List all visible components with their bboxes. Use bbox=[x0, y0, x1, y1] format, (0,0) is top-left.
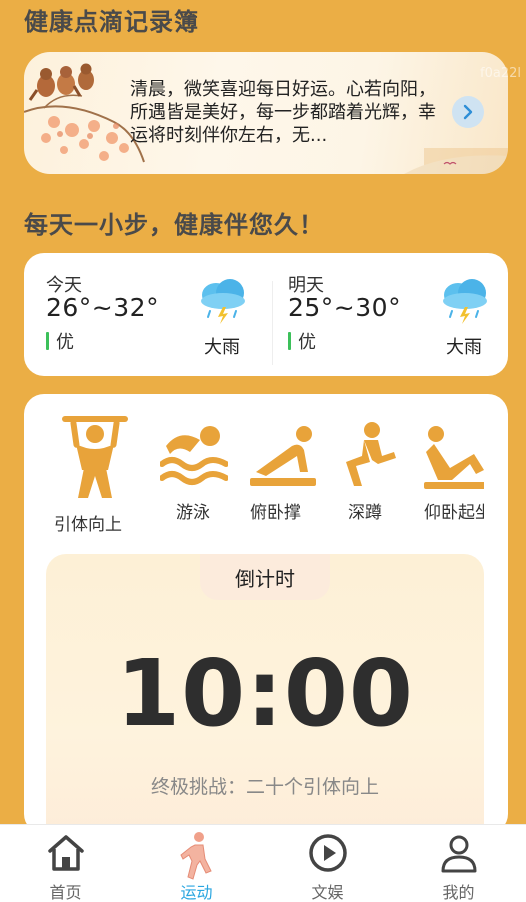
tab-mine[interactable]: 我的 bbox=[393, 825, 524, 902]
aqi-indicator bbox=[288, 332, 291, 350]
countdown-time[interactable]: 10:00 bbox=[46, 640, 484, 747]
weather-temp: 25°~30° bbox=[288, 293, 402, 322]
air-quality: 优 bbox=[46, 328, 74, 354]
tab-label: 运动 bbox=[180, 883, 213, 902]
overflow-id-text: f0a22l bbox=[480, 66, 521, 81]
exercise-label: 俯卧撑 bbox=[250, 503, 301, 523]
tab-label: 我的 bbox=[442, 883, 475, 902]
weather-today: 今天 26°~32° 优 大雨 bbox=[24, 253, 266, 376]
exercise-label: 游泳 bbox=[176, 503, 210, 523]
weather-condition: 大雨 bbox=[446, 337, 482, 358]
weather-card: 今天 26°~32° 优 大雨 明天 25°~30° 优 大雨 bbox=[24, 253, 508, 376]
greeting-banner[interactable]: 清晨，微笑喜迎每日好运。心若向阳，所遇皆是美好，每一步都踏着光辉，幸运将时刻伴你… bbox=[24, 52, 508, 174]
exercise-label: 引体向上 bbox=[54, 515, 122, 535]
sport-card: 引体向上 游泳 俯卧撑 深蹲 仰卧起坐 倒计时 10:00 终极挑战：二十个引体… bbox=[24, 394, 508, 834]
tab-sport[interactable]: 运动 bbox=[131, 825, 262, 902]
weather-tomorrow: 明天 25°~30° 优 大雨 bbox=[266, 253, 508, 376]
chevron-right-icon[interactable] bbox=[452, 96, 484, 128]
heavy-rain-icon bbox=[201, 279, 245, 324]
exercise-label: 仰卧起坐 bbox=[424, 503, 484, 523]
heavy-rain-icon bbox=[443, 279, 487, 324]
weather-temp: 26°~32° bbox=[46, 293, 160, 322]
app-title: 健康点滴记录簿 bbox=[24, 8, 199, 36]
home-icon bbox=[48, 835, 84, 871]
swimming-icon bbox=[160, 426, 228, 485]
countdown-panel: 倒计时 10:00 终极挑战：二十个引体向上 bbox=[46, 554, 484, 834]
air-quality: 优 bbox=[288, 328, 316, 354]
weather-condition: 大雨 bbox=[204, 337, 240, 358]
aqi-label: 优 bbox=[298, 332, 316, 353]
squat-icon bbox=[346, 422, 396, 486]
tab-home[interactable]: 首页 bbox=[0, 825, 131, 902]
tab-entertainment[interactable]: 文娱 bbox=[262, 825, 393, 902]
pull-up-icon bbox=[62, 416, 128, 498]
sit-up-icon bbox=[424, 426, 484, 489]
push-up-icon bbox=[250, 426, 316, 486]
aqi-label: 优 bbox=[56, 332, 74, 353]
bottom-tab-bar: 首页 运动 文娱 我的 bbox=[0, 824, 526, 902]
challenge-description: 终极挑战：二十个引体向上 bbox=[150, 776, 379, 798]
walking-icon bbox=[180, 832, 212, 880]
user-icon bbox=[441, 835, 477, 873]
aqi-indicator bbox=[46, 332, 49, 350]
countdown-tab[interactable]: 倒计时 bbox=[200, 554, 330, 600]
exercise-label: 深蹲 bbox=[348, 503, 382, 523]
play-icon bbox=[309, 834, 347, 872]
slogan: 每天一小步，健康伴您久！ bbox=[24, 211, 324, 239]
exercise-selector[interactable]: 引体向上 游泳 俯卧撑 深蹲 仰卧起坐 bbox=[54, 414, 484, 540]
tab-label: 首页 bbox=[49, 883, 82, 902]
tab-label: 文娱 bbox=[311, 883, 344, 902]
greeting-text: 清晨，微笑喜迎每日好运。心若向阳，所遇皆是美好，每一步都踏着光辉，幸运将时刻伴你… bbox=[130, 79, 436, 146]
